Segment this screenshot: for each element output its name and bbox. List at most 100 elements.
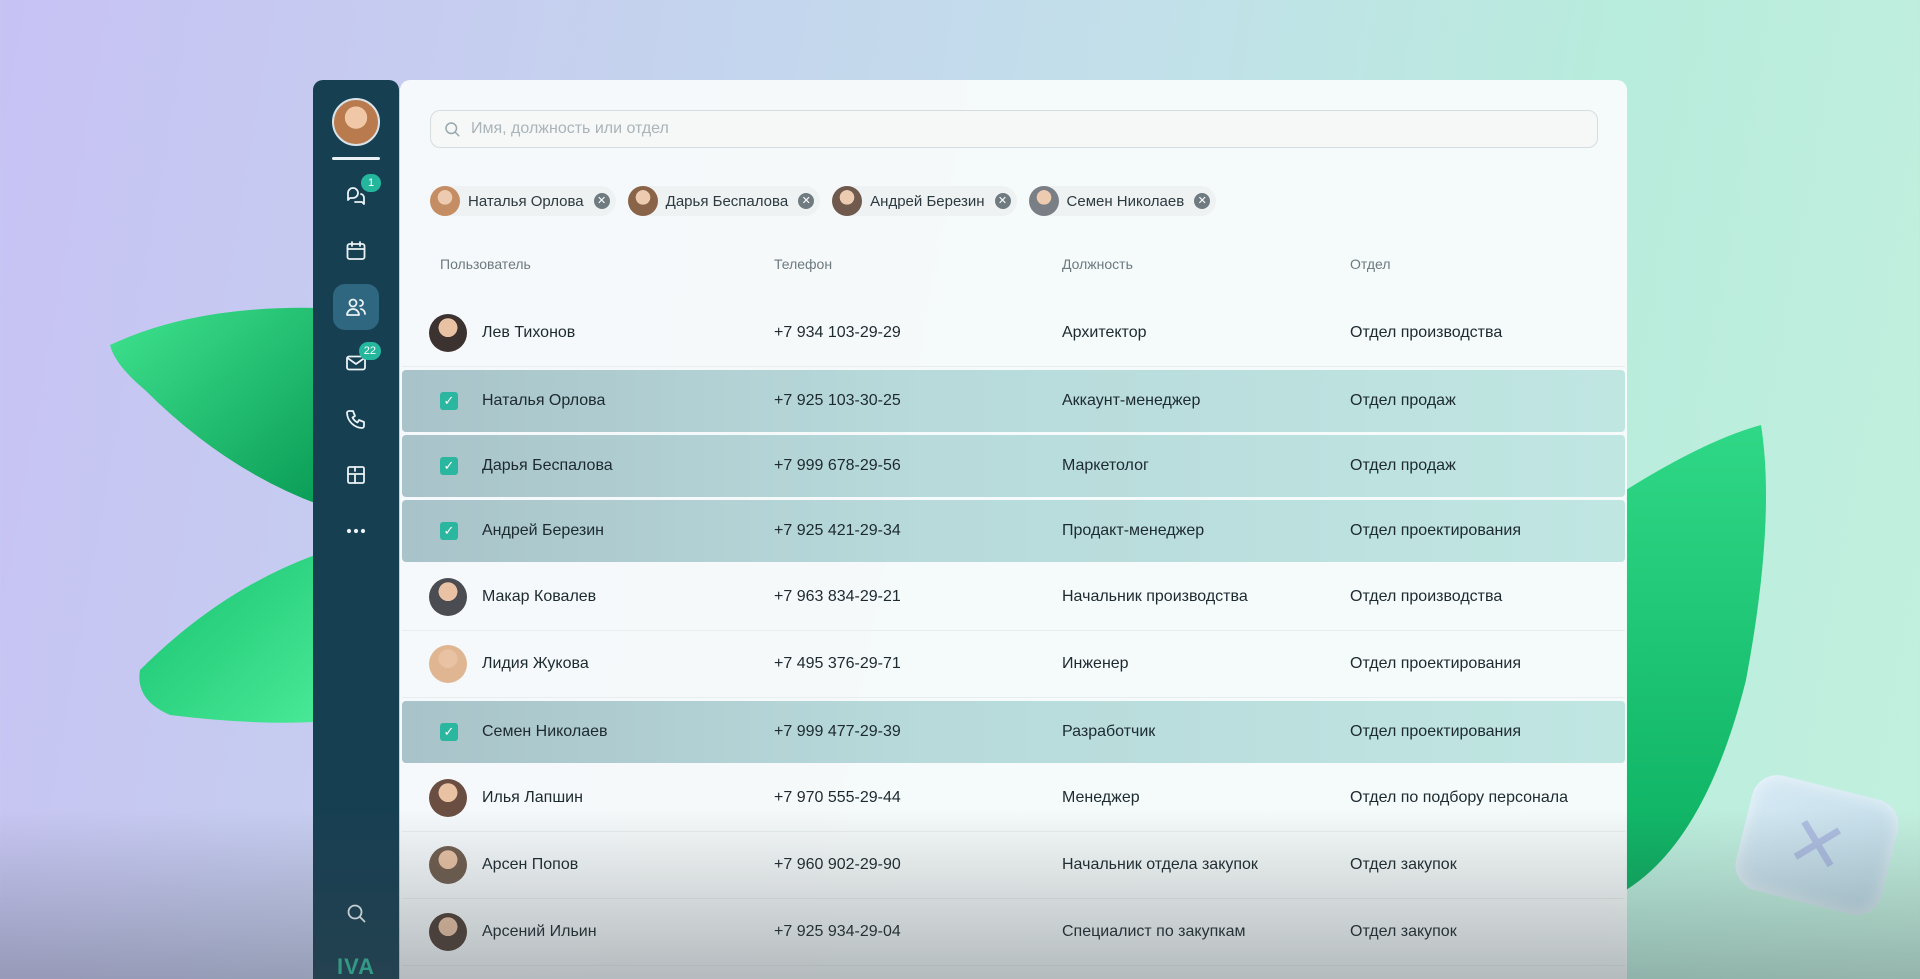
user-phone: +7 999 678-29-56 bbox=[774, 457, 901, 474]
column-header-user[interactable]: Пользователь bbox=[440, 256, 531, 272]
row-checkbox[interactable]: ✓ bbox=[440, 457, 458, 475]
sidebar: 1 22 IVA bbox=[313, 80, 399, 979]
remove-chip-icon[interactable]: ✕ bbox=[593, 193, 610, 209]
sidebar-item-more[interactable] bbox=[333, 508, 379, 554]
column-header-phone[interactable]: Телефон bbox=[774, 256, 832, 272]
more-dots-icon bbox=[346, 528, 366, 534]
table-row[interactable]: ✓ Андрей Березин +7 925 421-29-34 Продакт-м… bbox=[402, 500, 1625, 562]
user-phone: +7 925 934-29-04 bbox=[774, 923, 901, 940]
table-row[interactable]: Лидия Жукова +7 495 376-29-71 Инженер Отдел… bbox=[402, 631, 1625, 698]
users-table-body: Лев Тихонов +7 934 103-29-29 Архитектор Отд… bbox=[402, 300, 1625, 966]
contacts-icon bbox=[346, 298, 366, 316]
background-leaf-left-bottom bbox=[139, 555, 315, 723]
table-row[interactable]: ✓ Наталья Орлова +7 925 103-30-25 Аккаунт-м… bbox=[402, 370, 1625, 432]
remove-chip-icon[interactable]: ✕ bbox=[994, 193, 1011, 209]
user-department: Отдел проектирования bbox=[1350, 655, 1521, 672]
mail-badge: 22 bbox=[358, 342, 381, 360]
table-row[interactable]: Лев Тихонов +7 934 103-29-29 Архитектор Отд… bbox=[402, 300, 1625, 367]
chip-label: Дарья Беспалова bbox=[665, 192, 789, 210]
user-department: Отдел проектирования bbox=[1350, 723, 1521, 740]
table-row[interactable]: ✓ Семен Николаев +7 999 477-29-39 Разработч… bbox=[402, 701, 1625, 763]
column-header-position[interactable]: Должность bbox=[1062, 256, 1133, 272]
user-department: Отдел производства bbox=[1350, 324, 1503, 341]
user-department: Отдел по подбору персонала bbox=[1350, 789, 1569, 806]
table-row[interactable]: Арсений Ильин +7 925 934-29-04 Специалист … bbox=[402, 899, 1625, 966]
selected-user-chip[interactable]: Дарья Беспалова ✕ bbox=[627, 186, 821, 216]
user-name: Илья Лапшин bbox=[482, 789, 583, 806]
user-department: Отдел проектирования bbox=[1350, 522, 1521, 539]
remove-chip-icon[interactable]: ✕ bbox=[1194, 193, 1211, 209]
phone-icon bbox=[346, 410, 365, 429]
row-checkbox[interactable]: ✓ bbox=[440, 522, 458, 540]
decorative-cube: ✕ bbox=[1729, 769, 1905, 921]
table-row[interactable]: Илья Лапшин +7 970 555-29-44 Менеджер Отдел… bbox=[402, 765, 1625, 832]
user-name: Андрей Березин bbox=[482, 522, 604, 539]
search-input[interactable] bbox=[471, 120, 1471, 138]
user-name: Наталья Орлова bbox=[482, 392, 606, 409]
user-avatar bbox=[429, 578, 467, 616]
column-header-department[interactable]: Отдел bbox=[1350, 256, 1391, 272]
user-name: Лев Тихонов bbox=[482, 324, 576, 341]
selected-user-chip[interactable]: Наталья Орлова ✕ bbox=[430, 186, 616, 216]
sidebar-divider bbox=[332, 157, 380, 160]
user-phone: +7 999 477-29-39 bbox=[774, 723, 901, 740]
row-checkbox[interactable]: ✓ bbox=[440, 392, 458, 410]
user-name: Арсений Ильин bbox=[482, 923, 597, 940]
user-position: Специалист по закупкам bbox=[1062, 923, 1246, 940]
user-position: Начальник отдела закупок bbox=[1062, 856, 1258, 873]
table-row[interactable]: Арсен Попов +7 960 902-29-90 Начальник отд… bbox=[402, 832, 1625, 899]
cube-symbol: ✕ bbox=[1779, 800, 1855, 890]
chip-avatar bbox=[627, 186, 658, 216]
user-phone: +7 960 902-29-90 bbox=[774, 856, 901, 873]
contacts-panel: Наталья Орлова✕Дарья Беспалова✕Андрей Бе… bbox=[400, 80, 1627, 979]
user-position: Аккаунт-менеджер bbox=[1062, 392, 1201, 409]
selected-users-chips: Наталья Орлова ✕ Дарья Беспалова ✕ Андрей Бе… bbox=[430, 186, 1228, 216]
user-phone: +7 925 103-30-25 bbox=[774, 392, 901, 409]
user-position: Продакт-менеджер bbox=[1062, 522, 1205, 539]
user-position: Маркетолог bbox=[1062, 457, 1149, 474]
user-phone: +7 970 555-29-44 bbox=[774, 789, 901, 806]
sidebar-item-contacts[interactable] bbox=[333, 284, 379, 330]
table-row[interactable]: ✓ Дарья Беспалова +7 999 678-29-56 Маркетол… bbox=[402, 435, 1625, 497]
table-header: Пользователь Телефон Должность Отдел bbox=[400, 256, 1627, 278]
user-department: Отдел продаж bbox=[1350, 457, 1456, 474]
user-department: Отдел закупок bbox=[1350, 856, 1457, 873]
row-checkbox[interactable]: ✓ bbox=[440, 723, 458, 741]
user-position: Разработчик bbox=[1062, 723, 1156, 740]
profile-avatar[interactable] bbox=[332, 98, 380, 146]
user-department: Отдел продаж bbox=[1350, 392, 1456, 409]
user-name: Лидия Жукова bbox=[482, 655, 589, 672]
table-row[interactable]: Макар Ковалев +7 963 834-29-21 Начальник п… bbox=[402, 564, 1625, 631]
sidebar-item-mail[interactable]: 22 bbox=[333, 340, 381, 386]
user-avatar bbox=[429, 314, 467, 352]
chip-label: Андрей Березин bbox=[870, 192, 985, 210]
user-position: Инженер bbox=[1062, 655, 1129, 672]
sidebar-item-calendar[interactable] bbox=[333, 228, 379, 274]
apps-grid-icon bbox=[347, 466, 365, 484]
user-avatar bbox=[429, 913, 467, 951]
sidebar-item-apps[interactable] bbox=[333, 452, 379, 498]
chip-avatar bbox=[1028, 186, 1059, 216]
selected-user-chip[interactable]: Андрей Березин ✕ bbox=[832, 186, 1017, 216]
background-leaf-left-top bbox=[110, 307, 320, 505]
chip-label: Семен Николаев bbox=[1066, 192, 1185, 210]
user-avatar bbox=[429, 645, 467, 683]
selected-user-chip[interactable]: Семен Николаев ✕ bbox=[1028, 186, 1217, 216]
user-department: Отдел закупок bbox=[1350, 923, 1457, 940]
sidebar-item-calls[interactable] bbox=[333, 396, 379, 442]
user-avatar bbox=[429, 846, 467, 884]
user-department: Отдел производства bbox=[1350, 588, 1503, 605]
user-phone: +7 934 103-29-29 bbox=[774, 324, 901, 341]
sidebar-item-chats[interactable]: 1 bbox=[333, 172, 381, 218]
user-position: Архитектор bbox=[1062, 324, 1147, 341]
user-phone: +7 963 834-29-21 bbox=[774, 588, 901, 605]
user-position: Начальник производства bbox=[1062, 588, 1248, 605]
remove-chip-icon[interactable]: ✕ bbox=[798, 193, 815, 209]
user-position: Менеджер bbox=[1062, 789, 1140, 806]
search-bar[interactable] bbox=[430, 110, 1598, 148]
user-name: Макар Ковалев bbox=[482, 588, 597, 605]
user-avatar bbox=[429, 779, 467, 817]
sidebar-search-button[interactable] bbox=[333, 890, 379, 936]
chip-avatar bbox=[832, 186, 863, 216]
chip-label: Наталья Орлова bbox=[468, 192, 584, 210]
